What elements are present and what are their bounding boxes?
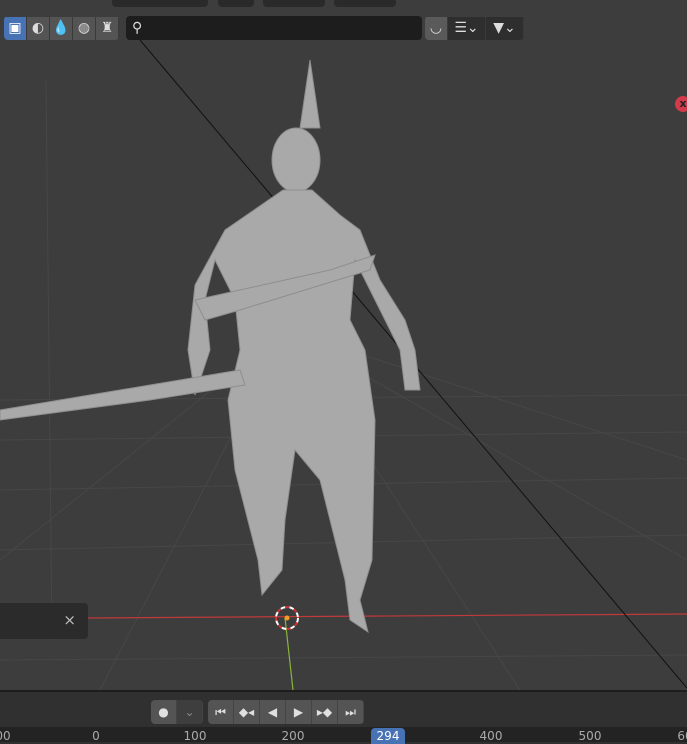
play-icon[interactable]: ▶ (286, 700, 312, 724)
jump-end-icon[interactable]: ⏭ (338, 700, 364, 724)
3d-cursor-icon (275, 606, 299, 630)
frame-ruler[interactable]: 00 0 100 200 400 500 60 (0, 727, 687, 743)
tick-label: 500 (578, 729, 602, 743)
search-icon: ⚲ (132, 20, 143, 36)
tick-label: 400 (479, 729, 503, 743)
keying-group: ● ⌄ (151, 700, 203, 724)
header-stub[interactable] (334, 0, 396, 7)
tick-label: 00 (0, 729, 11, 743)
jump-start-icon[interactable]: ⏮ (208, 700, 234, 724)
3d-viewport[interactable]: ▣ ◐ 💧 ◍ ♜ ⚲ ◡ ☰⌄ ▼⌄ x × (0, 0, 687, 690)
chevron-down-icon[interactable]: ⌄ (177, 700, 203, 724)
world-icon[interactable]: ◍ (73, 16, 96, 40)
hierarchy-dropdown-icon[interactable]: ☰⌄ (448, 16, 486, 40)
viewport-scene (0, 39, 687, 690)
x-axis-line (87, 613, 687, 619)
close-icon[interactable]: × (63, 611, 76, 629)
material-preview-icon[interactable]: 💧 (50, 16, 73, 40)
next-keyframe-icon[interactable]: ▸◆ (312, 700, 338, 724)
select-box-icon[interactable]: ▣ (4, 16, 27, 40)
record-icon[interactable]: ● (151, 700, 177, 724)
header-stub[interactable] (263, 0, 325, 7)
header-stub[interactable] (112, 0, 208, 7)
play-reverse-icon[interactable]: ◀ (260, 700, 286, 724)
tick-label: 0 (92, 729, 100, 743)
tick-label: 200 (281, 729, 305, 743)
tick-label: 60 (677, 729, 687, 743)
operator-panel[interactable]: × (0, 603, 88, 639)
solid-shading-icon[interactable]: ◐ (27, 16, 50, 40)
brush-icon[interactable]: ♜ (96, 16, 119, 40)
playback-controls: ⏮ ◆◂ ◀ ▶ ▸◆ ⏭ (208, 700, 364, 724)
character-mesh (0, 59, 421, 634)
filter-group: ◡ ☰⌄ ▼⌄ (425, 16, 524, 40)
close-badge-icon[interactable]: x (675, 96, 687, 112)
filter-funnel-icon[interactable]: ▼⌄ (486, 16, 524, 40)
search-input[interactable]: ⚲ (126, 16, 422, 40)
restrict-toggle-icon[interactable]: ◡ (425, 16, 448, 40)
prev-keyframe-icon[interactable]: ◆◂ (234, 700, 260, 724)
header-stub[interactable] (218, 0, 254, 7)
tick-label: 100 (183, 729, 207, 743)
shading-mode-group: ▣ ◐ 💧 ◍ ♜ (4, 16, 119, 40)
